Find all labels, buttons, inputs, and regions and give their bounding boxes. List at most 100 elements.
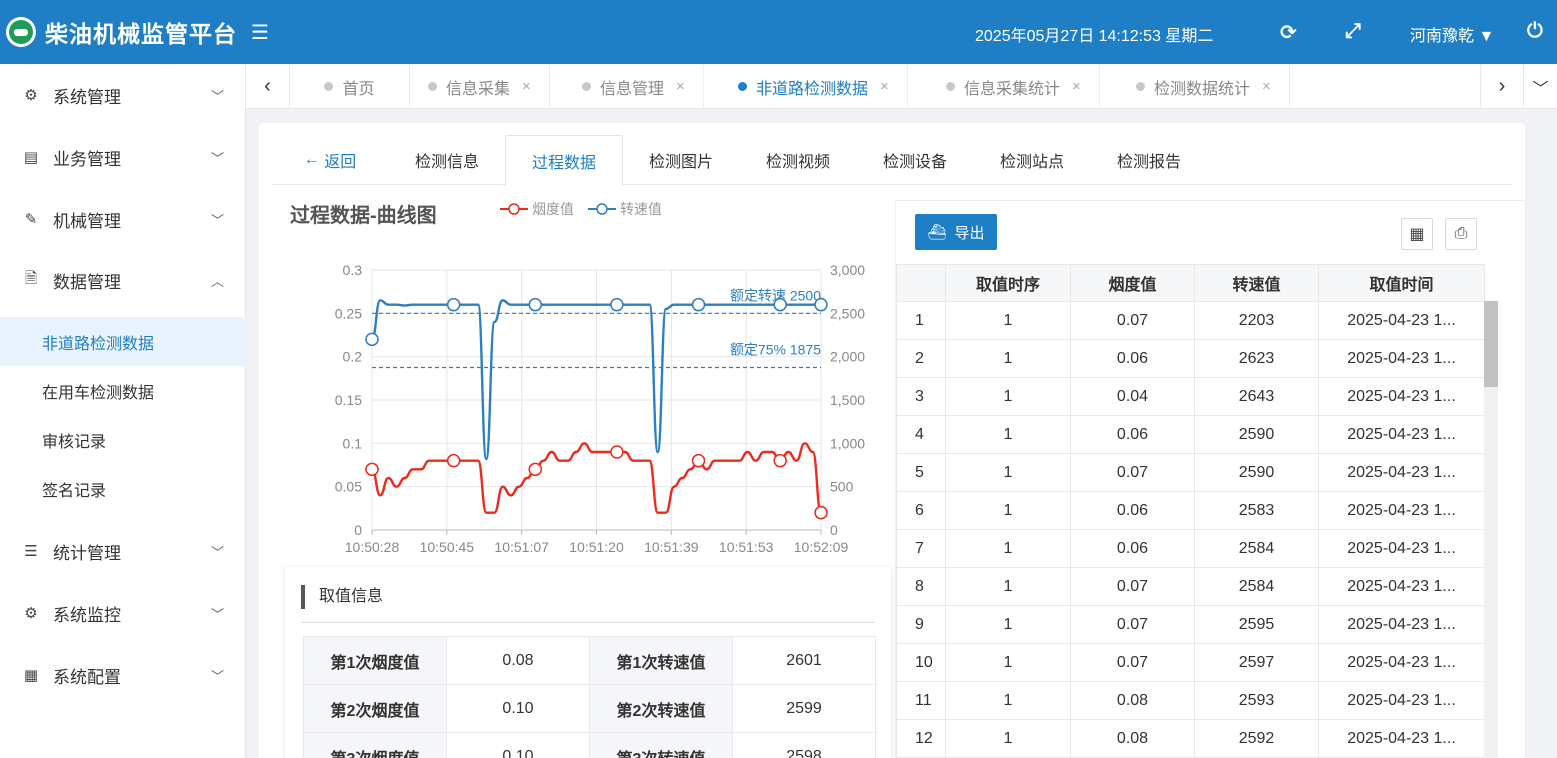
table-row[interactable]: 11 1 0.08 2593 2025-04-23 1... bbox=[896, 681, 1485, 720]
close-icon[interactable]: × bbox=[1072, 78, 1081, 95]
y-right-tick-label: 500 bbox=[830, 479, 854, 495]
sidebar-item-config[interactable]: ▦ 系统配置 ﹀ bbox=[0, 644, 246, 706]
row-sequence: 1 bbox=[945, 719, 1071, 758]
row-sequence: 1 bbox=[945, 605, 1071, 644]
tab-collect-stats[interactable]: 信息采集统计 × bbox=[928, 64, 1100, 109]
rpm-point bbox=[773, 297, 787, 312]
chevron-down-icon: ﹀ bbox=[210, 544, 224, 560]
close-icon[interactable]: × bbox=[1262, 78, 1271, 95]
tabs-scroll-left-icon[interactable]: ‹ bbox=[246, 64, 290, 109]
sidebar-item-data[interactable]: 🗎 数据管理 ︿ bbox=[0, 249, 246, 311]
y-left-tick-label: 0.25 bbox=[335, 305, 362, 321]
sidebar-item-monitor[interactable]: ⚙ 系统监控 ﹀ bbox=[0, 582, 246, 644]
menu-toggle-icon[interactable]: ☰ bbox=[251, 20, 269, 45]
row-time: 2025-04-23 1... bbox=[1318, 415, 1485, 454]
info-cell-label: 第3次转速值 bbox=[589, 732, 733, 758]
refresh-icon[interactable]: ⟳ bbox=[1280, 20, 1297, 45]
row-index: 9 bbox=[896, 605, 946, 644]
power-icon[interactable]: ⏻ bbox=[1527, 20, 1543, 43]
table-row[interactable]: 12 1 0.08 2592 2025-04-23 1... bbox=[896, 719, 1485, 758]
tab-home[interactable]: 首页 bbox=[290, 64, 410, 109]
sidebar-item-statistics[interactable]: ☰ 统计管理 ﹀ bbox=[0, 520, 246, 582]
info-cell-value: 2601 bbox=[732, 636, 876, 685]
row-time: 2025-04-23 1... bbox=[1318, 301, 1485, 340]
table-row[interactable]: 8 1 0.07 2584 2025-04-23 1... bbox=[896, 567, 1485, 606]
info-cell-value: 0.08 bbox=[446, 636, 590, 685]
row-sequence: 1 bbox=[945, 643, 1071, 682]
subtab-detect-info[interactable]: 检测信息 bbox=[388, 135, 506, 185]
sidebar-subitem-inuse[interactable]: 在用车检测数据 bbox=[0, 366, 246, 415]
sidebar-subitem-signature[interactable]: 签名记录 bbox=[0, 464, 246, 513]
table-row[interactable]: 2 1 0.06 2623 2025-04-23 1... bbox=[896, 339, 1485, 378]
print-icon[interactable]: ⎙ bbox=[1445, 218, 1477, 250]
subtab-detect-station[interactable]: 检测站点 bbox=[973, 135, 1091, 185]
y-left-tick-label: 0.2 bbox=[343, 349, 363, 365]
row-rpm: 2595 bbox=[1194, 605, 1319, 644]
subtab-detect-images[interactable]: 检测图片 bbox=[622, 135, 740, 185]
table-row[interactable]: 5 1 0.07 2590 2025-04-23 1... bbox=[896, 453, 1485, 492]
table-row[interactable]: 10 1 0.07 2597 2025-04-23 1... bbox=[896, 643, 1485, 682]
tab-info-manage[interactable]: 信息管理 × bbox=[564, 64, 704, 109]
table-row[interactable]: 7 1 0.06 2584 2025-04-23 1... bbox=[896, 529, 1485, 568]
info-cell-label: 第3次烟度值 bbox=[303, 732, 447, 758]
table-row[interactable]: 3 1 0.04 2643 2025-04-23 1... bbox=[896, 377, 1485, 416]
rpm-point bbox=[691, 297, 706, 312]
row-index: 12 bbox=[896, 719, 946, 758]
tab-dot bbox=[946, 82, 955, 91]
sidebar-subitem-audit[interactable]: 审核记录 bbox=[0, 415, 246, 464]
table-row[interactable]: 9 1 0.07 2595 2025-04-23 1... bbox=[896, 605, 1485, 644]
row-rpm: 2590 bbox=[1194, 415, 1319, 454]
x-tick-label: 10:51:53 bbox=[719, 539, 774, 555]
col-rpm[interactable]: 转速值 bbox=[1194, 264, 1319, 302]
close-icon[interactable]: × bbox=[522, 78, 531, 95]
sidebar-item-machinery[interactable]: ✎ 机械管理 ﹀ bbox=[0, 188, 246, 250]
sidebar-item-label: 业务管理 bbox=[53, 149, 121, 169]
table-row[interactable]: 4 1 0.06 2590 2025-04-23 1... bbox=[896, 415, 1485, 454]
row-time: 2025-04-23 1... bbox=[1318, 339, 1485, 378]
export-button[interactable]: ⛴ 导出 bbox=[915, 214, 997, 250]
legend-item-smoke[interactable]: 烟度值 bbox=[500, 199, 574, 219]
col-smoke[interactable]: 烟度值 bbox=[1070, 264, 1195, 302]
subtab-process-data[interactable]: 过程数据 bbox=[505, 135, 623, 186]
columns-toggle-icon[interactable]: ▦ bbox=[1401, 218, 1433, 250]
rpm-point bbox=[610, 297, 624, 312]
chart-legend: 烟度值 转速值 bbox=[500, 199, 676, 219]
y-right-tick-label: 0 bbox=[830, 522, 838, 538]
tabs-scroll-right-icon[interactable]: › bbox=[1480, 64, 1524, 109]
gears-icon: ⚙ bbox=[24, 605, 38, 622]
sidebar-item-system[interactable]: ⚙ 系统管理 ﹀ bbox=[0, 64, 246, 126]
chevron-down-icon: ﹀ bbox=[210, 212, 224, 228]
table-row[interactable]: 6 1 0.06 2583 2025-04-23 1... bbox=[896, 491, 1485, 530]
row-smoke: 0.06 bbox=[1070, 491, 1195, 530]
subtab-detect-report[interactable]: 检测报告 bbox=[1090, 135, 1208, 185]
subtab-detect-device[interactable]: 检测设备 bbox=[856, 135, 974, 185]
chevron-down-icon: ﹀ bbox=[210, 150, 224, 166]
user-menu[interactable]: 河南豫乾 ▼ bbox=[1410, 22, 1494, 46]
table-row[interactable]: 1 1 0.07 2203 2025-04-23 1... bbox=[896, 301, 1485, 340]
col-sequence[interactable]: 取值时序 bbox=[945, 264, 1071, 302]
y-right-tick-label: 3,000 bbox=[830, 262, 865, 278]
close-icon[interactable]: × bbox=[880, 78, 889, 95]
close-icon[interactable]: × bbox=[676, 78, 685, 95]
process-line-chart: 0 0 0.05 500 0.1 1,000 0.15 1,500 0.2 2,000 0.25 2,… bbox=[335, 262, 865, 555]
col-time[interactable]: 取值时间 bbox=[1318, 264, 1485, 302]
info-cell-value: 2598 bbox=[732, 732, 876, 758]
table-scrollbar-thumb[interactable] bbox=[1484, 301, 1498, 387]
subtab-detect-video[interactable]: 检测视频 bbox=[739, 135, 857, 185]
back-button[interactable]: ← 返回 bbox=[300, 135, 360, 185]
chevron-down-icon: ﹀ bbox=[210, 668, 224, 684]
sidebar-item-business[interactable]: ▤ 业务管理 ﹀ bbox=[0, 126, 246, 188]
value-info-table: 第1次烟度值 0.08 第1次转速值 2601 第2次烟度值 0.10 第2次转… bbox=[303, 636, 876, 758]
tab-dot bbox=[1136, 82, 1145, 91]
tab-nonroad-data[interactable]: 非道路检测数据 × bbox=[720, 64, 908, 109]
row-sequence: 1 bbox=[945, 453, 1071, 492]
tab-info-collect[interactable]: 信息采集 × bbox=[410, 64, 550, 109]
tabs-dropdown-icon[interactable]: ﹀ bbox=[1524, 64, 1557, 109]
sidebar-subitem-nonroad[interactable]: 非道路检测数据 bbox=[0, 317, 246, 366]
fullscreen-icon[interactable]: ⤢ bbox=[1345, 20, 1361, 43]
tab-data-stats[interactable]: 检测数据统计 × bbox=[1118, 64, 1290, 109]
x-tick-label: 10:52:09 bbox=[794, 539, 849, 555]
row-smoke: 0.07 bbox=[1070, 643, 1195, 682]
legend-item-rpm[interactable]: 转速值 bbox=[588, 199, 662, 219]
data-table-panel: ⛴ 导出 ▦ ⎙ 取值时序 烟度值 转速值 取值时间 1 1 0.07 2203 2025… bbox=[895, 200, 1526, 758]
